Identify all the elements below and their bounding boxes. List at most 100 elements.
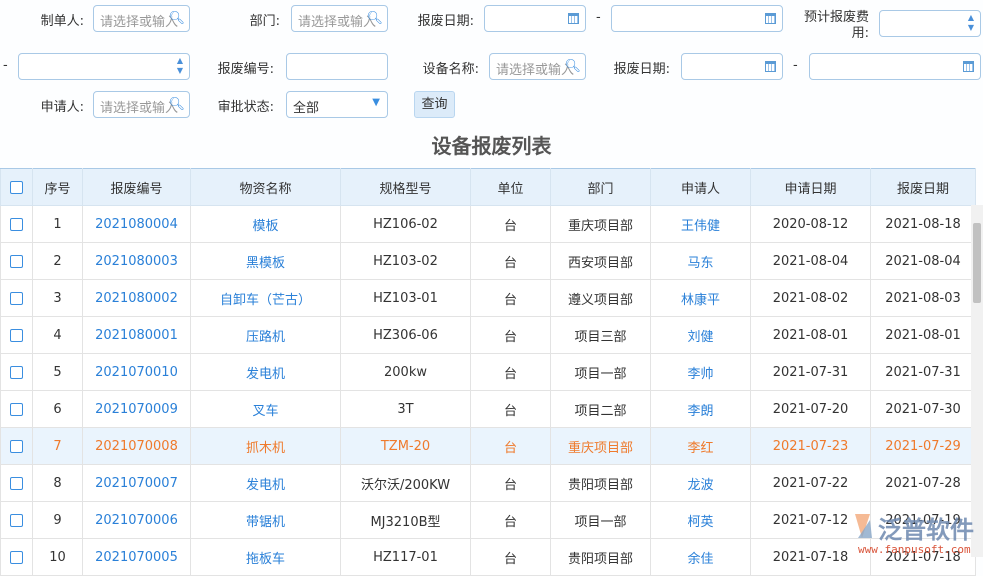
cell-applicant[interactable]: 刘健 <box>650 316 751 354</box>
scrap-date-end[interactable] <box>611 5 783 32</box>
cell-applicant[interactable]: 柯英 <box>650 501 751 539</box>
table-row[interactable]: 9 2021070006 带锯机 MJ3210B型台项目一部 柯英 2021-07-12 2… <box>0 501 976 539</box>
checkbox[interactable] <box>10 513 23 527</box>
cell-scrap-no[interactable]: 2021080002 <box>82 279 191 317</box>
creator-input[interactable]: 请选择或输入 🔍︎ <box>93 5 190 32</box>
search-icon[interactable]: 🔍︎ <box>168 97 185 112</box>
cell-scrap-no[interactable]: 2021070007 <box>82 464 191 502</box>
checkbox[interactable] <box>10 180 23 194</box>
cell-scrap-no[interactable]: 2021070006 <box>82 501 191 539</box>
checkbox[interactable] <box>10 550 23 564</box>
header-spec-model[interactable]: 规格型号 <box>340 168 471 206</box>
calendar-icon[interactable] <box>765 13 776 24</box>
scrollbar[interactable] <box>971 205 983 557</box>
cell-applicant[interactable]: 马东 <box>650 242 751 280</box>
cell-material-name[interactable]: 模板 <box>190 205 341 243</box>
table-row[interactable]: 3 2021080002 自卸车（芒古） HZ103-01 台遵义项目部 林康平 2021-… <box>0 279 976 317</box>
table-row[interactable]: 1 2021080004 模板 HZ106-02 台重庆项目部 王伟健 2020-08-12… <box>0 205 976 243</box>
checkbox[interactable] <box>10 254 23 268</box>
checkbox[interactable] <box>10 291 23 305</box>
spinner-icon[interactable]: ▲ ▼ <box>968 13 974 33</box>
cell-material-name[interactable]: 拖板车 <box>190 538 341 576</box>
header-scrap-no[interactable]: 报废编号 <box>82 168 191 206</box>
est-cost-max[interactable]: ▲ ▼ <box>18 53 190 80</box>
spinner-icon[interactable]: ▲ ▼ <box>177 56 183 76</box>
equip-name-input[interactable]: 请选择或输入 🔍︎ <box>489 53 586 80</box>
search-icon[interactable]: 🔍︎ <box>564 59 581 74</box>
checkbox[interactable] <box>10 328 23 342</box>
dept-input[interactable]: 请选择或输入 🔍︎ <box>291 5 388 32</box>
cell-scrap-no[interactable]: 2021070010 <box>82 353 191 391</box>
cell-scrap-no[interactable]: 2021080004 <box>82 205 191 243</box>
calendar-icon[interactable] <box>568 13 579 24</box>
query-button[interactable]: 查询 <box>414 91 455 118</box>
table-row[interactable]: 10 2021070005 拖板车 HZ117-01 台贵阳项目部 余佳 2021-07-1… <box>0 538 976 576</box>
cell-applicant[interactable]: 余佳 <box>650 538 751 576</box>
scrap-date2-start[interactable] <box>681 53 783 80</box>
checkbox[interactable] <box>10 217 23 231</box>
cell-applicant[interactable]: 林康平 <box>650 279 751 317</box>
table-row[interactable]: 6 2021070009 叉车 3T 台项目二部 李朗 2021-07-20 2021-07-… <box>0 390 976 428</box>
cell-scrap-date: 2021-08-18 <box>870 205 976 243</box>
checkbox[interactable] <box>10 439 23 453</box>
header-applicant[interactable]: 申请人 <box>650 168 751 206</box>
table-row[interactable]: 5 2021070010 发电机 200kw 台项目一部 李帅 2021-07-31 2021… <box>0 353 976 391</box>
header-apply-date[interactable]: 申请日期 <box>750 168 871 206</box>
header-scrap-date[interactable]: 报废日期 <box>870 168 976 206</box>
calendar-icon[interactable] <box>765 61 776 72</box>
cell-scrap-no[interactable]: 2021070009 <box>82 390 191 428</box>
row-select[interactable] <box>0 501 33 539</box>
checkbox[interactable] <box>10 402 23 416</box>
cell-material-name[interactable]: 黑模板 <box>190 242 341 280</box>
table-row[interactable]: 8 2021070007 发电机 沃尔沃/200KW 台贵阳项目部 龙波 2021-07-2… <box>0 464 976 502</box>
table-row[interactable]: 4 2021080001 压路机 HZ306-06 台项目三部 刘健 2021-08-01 2… <box>0 316 976 354</box>
row-select[interactable] <box>0 464 33 502</box>
cell-unit: 台 <box>470 464 551 502</box>
cell-applicant[interactable]: 李朗 <box>650 390 751 428</box>
cell-applicant[interactable]: 李红 <box>650 427 751 465</box>
cell-scrap-no[interactable]: 2021080001 <box>82 316 191 354</box>
header-department[interactable]: 部门 <box>550 168 651 206</box>
cell-applicant[interactable]: 王伟健 <box>650 205 751 243</box>
applicant-input[interactable]: 请选择或输入 🔍︎ <box>93 91 190 118</box>
table-row[interactable]: 2 2021080003 黑模板 HZ103-02 台西安项目部 马东 2021-08-04… <box>0 242 976 280</box>
row-select[interactable] <box>0 242 33 280</box>
header-unit[interactable]: 单位 <box>470 168 551 206</box>
header-seq[interactable]: 序号 <box>32 168 83 206</box>
cell-material-name[interactable]: 压路机 <box>190 316 341 354</box>
row-select[interactable] <box>0 427 33 465</box>
calendar-icon[interactable] <box>963 61 974 72</box>
cell-scrap-no[interactable]: 2021080003 <box>82 242 191 280</box>
row-select[interactable] <box>0 353 33 391</box>
row-select[interactable] <box>0 205 33 243</box>
cell-material-name[interactable]: 自卸车（芒古） <box>190 279 341 317</box>
select-all[interactable] <box>0 168 33 206</box>
row-select[interactable] <box>0 279 33 317</box>
cell-applicant[interactable]: 龙波 <box>650 464 751 502</box>
scrap-date2-end[interactable] <box>809 53 981 80</box>
cell-scrap-no[interactable]: 2021070008 <box>82 427 191 465</box>
scrap-date-start[interactable] <box>484 5 586 32</box>
search-icon[interactable]: 🔍︎ <box>168 11 185 26</box>
checkbox[interactable] <box>10 365 23 379</box>
est-cost-min[interactable]: ▲ ▼ <box>879 10 981 37</box>
svg-text:泛普软件: 泛普软件 <box>878 516 974 544</box>
cell-material-name[interactable]: 抓木机 <box>190 427 341 465</box>
table-row[interactable]: 7 2021070008 抓木机 TZM-20 台重庆项目部 李红 2021-07-23 20… <box>0 427 976 465</box>
cell-apply-date: 2021-07-23 <box>750 427 871 465</box>
row-select[interactable] <box>0 390 33 428</box>
cell-applicant[interactable]: 李帅 <box>650 353 751 391</box>
cell-material-name[interactable]: 带锯机 <box>190 501 341 539</box>
scrap-no-input[interactable] <box>286 53 388 80</box>
scrollbar-thumb[interactable] <box>973 223 981 303</box>
approval-select[interactable]: 全部 ▼ <box>286 91 388 118</box>
row-select[interactable] <box>0 316 33 354</box>
cell-material-name[interactable]: 发电机 <box>190 353 341 391</box>
cell-scrap-no[interactable]: 2021070005 <box>82 538 191 576</box>
cell-material-name[interactable]: 发电机 <box>190 464 341 502</box>
cell-material-name[interactable]: 叉车 <box>190 390 341 428</box>
row-select[interactable] <box>0 538 33 576</box>
checkbox[interactable] <box>10 476 23 490</box>
search-icon[interactable]: 🔍︎ <box>366 11 383 26</box>
header-material-name[interactable]: 物资名称 <box>190 168 341 206</box>
